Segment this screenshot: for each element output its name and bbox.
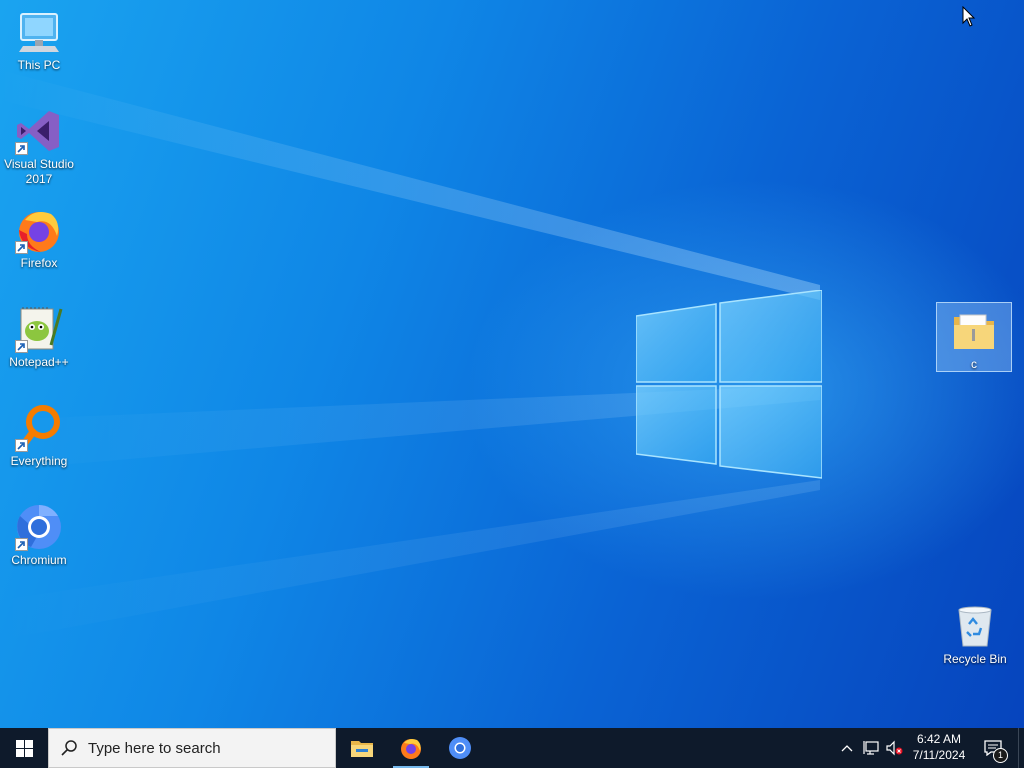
taskbar-search-box[interactable] (48, 728, 336, 768)
desktop-icon-visual-studio[interactable]: Visual Studio 2017 (1, 107, 77, 187)
taskbar-clock[interactable]: 6:42 AM 7/11/2024 (904, 728, 974, 768)
computer-icon (19, 13, 59, 52)
clock-time: 6:42 AM (916, 732, 962, 746)
desktop-icon-folder-c[interactable]: c (936, 302, 1012, 372)
windows-start-icon (15, 739, 33, 757)
show-desktop-button[interactable] (1018, 728, 1024, 768)
chromium-icon (449, 737, 471, 759)
recycle-bin-icon (958, 606, 992, 647)
desktop-icon-label: Visual Studio 2017 (4, 157, 74, 186)
desktop-icon-label: Notepad++ (9, 355, 69, 369)
network-tray-button[interactable] (860, 728, 882, 768)
desktop-icon-label: Recycle Bin (943, 652, 1007, 666)
volume-muted-icon (886, 740, 903, 756)
windows-logo-wallpaper (636, 290, 822, 479)
start-button[interactable] (0, 728, 48, 768)
show-hidden-icons-button[interactable] (838, 728, 856, 768)
desktop-icon-recycle-bin[interactable]: Recycle Bin (937, 602, 1013, 667)
desktop-icon-this-pc[interactable]: This PC (1, 8, 77, 73)
shortcut-arrow-icon (15, 538, 28, 551)
shortcut-arrow-icon (15, 439, 28, 452)
desktop-icon-chromium[interactable]: Chromium (1, 503, 77, 568)
notification-count-badge: 1 (993, 748, 1008, 763)
taskbar-app-chromium[interactable] (436, 728, 484, 768)
desktop-icon-notepadpp[interactable]: Notepad++ (1, 305, 77, 370)
desktop-icon-firefox[interactable]: Firefox (1, 206, 77, 271)
chevron-up-icon (841, 745, 853, 752)
desktop-icon-label: Everything (10, 454, 68, 468)
desktop-icon-label: Firefox (20, 256, 58, 270)
desktop-icon-label: Chromium (11, 553, 67, 567)
shortcut-arrow-icon (15, 142, 28, 155)
search-input[interactable] (86, 738, 320, 758)
taskbar-app-file-explorer[interactable] (338, 728, 386, 768)
network-icon (863, 741, 879, 755)
shortcut-arrow-icon (15, 340, 28, 353)
volume-tray-button[interactable] (884, 728, 904, 768)
mouse-cursor-icon (962, 6, 976, 27)
taskbar: 6:42 AM 7/11/2024 (0, 728, 1024, 768)
taskbar-app-firefox[interactable] (387, 728, 435, 768)
shortcut-arrow-icon (15, 241, 28, 254)
folder-icon (954, 314, 994, 349)
desktop-icon-label: c (971, 357, 977, 371)
file-explorer-icon (351, 741, 373, 757)
desktop-icon-everything[interactable]: Everything (1, 404, 77, 469)
search-icon (61, 740, 77, 756)
desktop[interactable]: This PC Visual Studio 2017 Firefox Notep… (0, 0, 1024, 728)
desktop-icon-label: This PC (17, 58, 61, 72)
clock-date: 7/11/2024 (912, 748, 966, 762)
firefox-icon (401, 739, 421, 759)
